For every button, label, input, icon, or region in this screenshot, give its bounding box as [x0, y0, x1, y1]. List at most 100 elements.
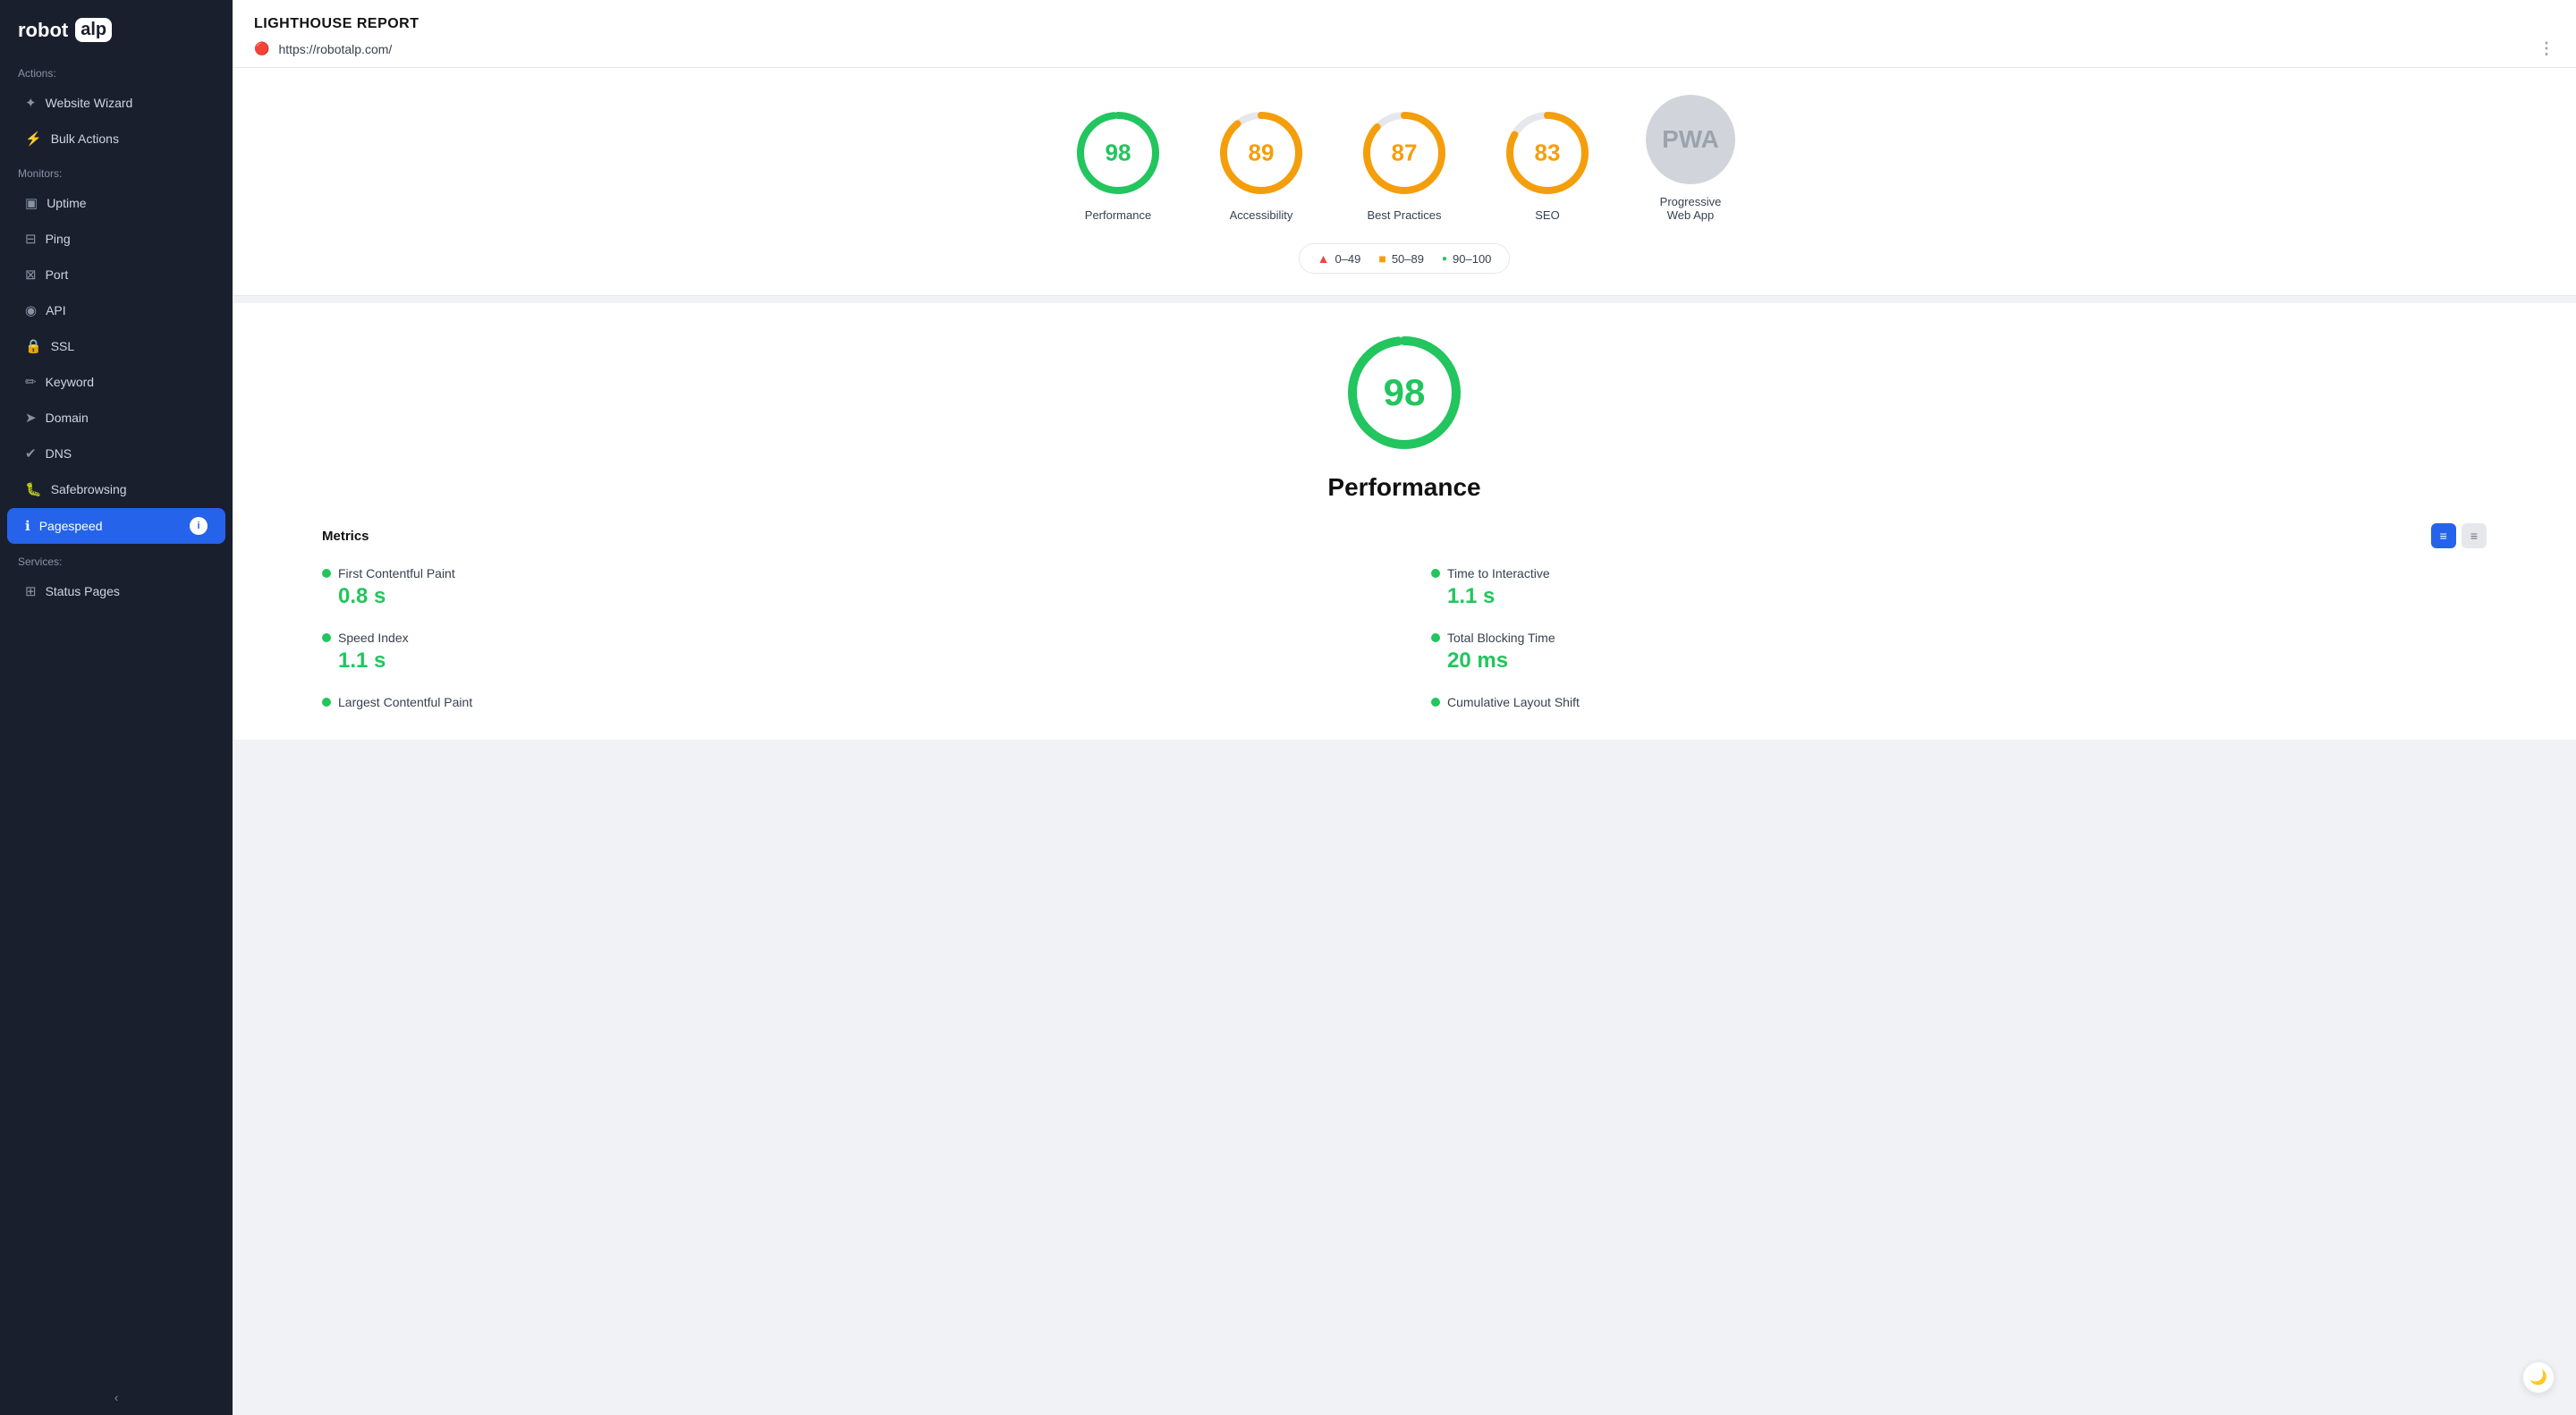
big-score-value: 98 [1384, 371, 1426, 414]
score-item-accessibility[interactable]: 89 Accessibility [1216, 108, 1306, 222]
collapse-icon: ‹ [114, 1391, 118, 1404]
metric-tbt: Total Blocking Time 20 ms [1431, 631, 2487, 674]
sidebar-section-services: Services: [0, 545, 233, 573]
report-header: LIGHTHOUSE REPORT 🔴 https://robotalp.com… [233, 0, 2576, 68]
metric-tbt-dot [1431, 633, 1440, 642]
score-label-seo: SEO [1535, 208, 1559, 222]
metric-si-dot [322, 633, 331, 642]
list-view-button[interactable]: ≡ [2462, 523, 2487, 548]
logo-text: robot [18, 19, 68, 42]
score-circle-performance: 98 [1073, 108, 1163, 198]
sidebar-label-bulk-actions: Bulk Actions [51, 131, 119, 146]
sidebar-label-pagespeed: Pagespeed [39, 519, 103, 533]
pwa-circle: PWA [1646, 95, 1735, 184]
score-value-seo: 83 [1535, 140, 1561, 167]
detail-section: 98 Performance Metrics ≡ ≡ First Content… [233, 303, 2576, 740]
sidebar-label-port: Port [46, 267, 69, 282]
metrics-section: Metrics ≡ ≡ First Contentful Paint 0.8 s [268, 523, 2540, 713]
sidebar-item-website-wizard[interactable]: ✦ Website Wizard [7, 86, 225, 120]
report-title: LIGHTHOUSE REPORT [254, 16, 2555, 32]
score-label-accessibility: Accessibility [1230, 208, 1293, 222]
grid-view-button[interactable]: ≡ [2431, 523, 2456, 548]
metric-si-value: 1.1 s [322, 648, 1377, 674]
metric-cls-dot [1431, 698, 1440, 707]
score-circle-accessibility: 89 [1216, 108, 1306, 198]
score-value-performance: 98 [1106, 140, 1131, 167]
sidebar-item-keyword[interactable]: ✏ Keyword [7, 365, 225, 399]
pwa-text: PWA [1662, 125, 1719, 154]
sidebar-item-uptime[interactable]: ▣ Uptime [7, 186, 225, 220]
detail-title: Performance [1327, 473, 1480, 502]
score-item-best-practices[interactable]: 87 Best Practices [1360, 108, 1449, 222]
uptime-icon: ▣ [25, 195, 38, 211]
score-item-seo[interactable]: 83 SEO [1503, 108, 1592, 222]
domain-icon: ➤ [25, 410, 37, 426]
metric-tbt-header: Total Blocking Time [1431, 631, 2487, 645]
dark-mode-toggle[interactable]: 🌙 [2522, 1361, 2555, 1394]
sidebar-item-dns[interactable]: ✔ DNS [7, 436, 225, 470]
api-icon: ◉ [25, 302, 37, 318]
metric-tti-value: 1.1 s [1431, 584, 2487, 609]
metric-tti-header: Time to Interactive [1431, 566, 2487, 580]
metric-fcp: First Contentful Paint 0.8 s [322, 566, 1377, 609]
dns-icon: ✔ [25, 445, 37, 462]
metric-tti-dot [1431, 569, 1440, 578]
metrics-header: Metrics ≡ ≡ [322, 523, 2487, 548]
score-circle-best-practices: 87 [1360, 108, 1449, 198]
legend-low-range: 0–49 [1335, 252, 1360, 266]
ssl-icon: 🔒 [25, 338, 42, 354]
sidebar-item-bulk-actions[interactable]: ⚡ Bulk Actions [7, 122, 225, 156]
metric-cls-label: Cumulative Layout Shift [1447, 695, 1580, 709]
sidebar-section-actions: Actions: [0, 56, 233, 85]
logo-highlight: alp [75, 18, 112, 42]
metric-fcp-label: First Contentful Paint [338, 566, 455, 580]
safebrowsing-icon: 🐛 [25, 481, 42, 497]
score-item-pwa[interactable]: PWA ProgressiveWeb App [1646, 95, 1735, 222]
scores-section: 98 Performance 89 Accessibility [233, 68, 2576, 296]
sidebar-item-pagespeed[interactable]: ℹ Pagespeed i [7, 508, 225, 544]
score-item-performance[interactable]: 98 Performance [1073, 108, 1163, 222]
score-legend: ▲ 0–49 ■ 50–89 ● 90–100 [1299, 243, 1511, 274]
metric-fcp-dot [322, 569, 331, 578]
sidebar-label-ssl: SSL [51, 339, 74, 353]
view-toggle: ≡ ≡ [2431, 523, 2487, 548]
sidebar-item-safebrowsing[interactable]: 🐛 Safebrowsing [7, 472, 225, 506]
legend-green-icon: ● [1442, 254, 1447, 264]
bulk-icon: ⚡ [25, 131, 42, 147]
sidebar-item-ssl[interactable]: 🔒 SSL [7, 329, 225, 363]
score-value-best-practices: 87 [1392, 140, 1418, 167]
metrics-grid: First Contentful Paint 0.8 s Time to Int… [322, 566, 2487, 713]
sidebar-label-safebrowsing: Safebrowsing [51, 482, 127, 496]
metric-tbt-label: Total Blocking Time [1447, 631, 1555, 645]
sidebar-label-ping: Ping [46, 232, 71, 246]
sidebar-item-ping[interactable]: ⊟ Ping [7, 222, 225, 256]
metric-si-header: Speed Index [322, 631, 1377, 645]
metric-lcp: Largest Contentful Paint [322, 695, 1377, 713]
metrics-title: Metrics [322, 529, 369, 544]
more-options-icon[interactable]: ⋮ [2538, 39, 2555, 58]
scores-row: 98 Performance 89 Accessibility [1073, 95, 1735, 222]
metric-tti: Time to Interactive 1.1 s [1431, 566, 2487, 609]
status-pages-icon: ⊞ [25, 583, 37, 599]
metric-lcp-dot [322, 698, 331, 707]
metric-fcp-header: First Contentful Paint [322, 566, 1377, 580]
logo: robot alp [0, 0, 233, 56]
sidebar-item-status-pages[interactable]: ⊞ Status Pages [7, 574, 225, 608]
main-content: LIGHTHOUSE REPORT 🔴 https://robotalp.com… [233, 0, 2576, 1415]
url-bar: 🔴 https://robotalp.com/ ⋮ [254, 41, 2555, 56]
port-icon: ⊠ [25, 267, 37, 283]
legend-mid-range: 50–89 [1392, 252, 1424, 266]
sidebar-collapse-button[interactable]: ‹ [0, 1380, 233, 1415]
report-url: https://robotalp.com/ [278, 42, 2555, 56]
legend-high-range: 90–100 [1453, 252, 1491, 266]
legend-high: ● 90–100 [1442, 252, 1491, 266]
score-value-accessibility: 89 [1249, 140, 1275, 167]
sidebar-label-domain: Domain [46, 411, 89, 425]
sidebar-label-dns: DNS [46, 446, 72, 461]
legend-orange-icon: ■ [1378, 251, 1385, 266]
sidebar-item-api[interactable]: ◉ API [7, 293, 225, 327]
metric-tti-label: Time to Interactive [1447, 566, 1550, 580]
metric-cls-header: Cumulative Layout Shift [1431, 695, 2487, 709]
sidebar-item-port[interactable]: ⊠ Port [7, 258, 225, 292]
sidebar-item-domain[interactable]: ➤ Domain [7, 401, 225, 435]
